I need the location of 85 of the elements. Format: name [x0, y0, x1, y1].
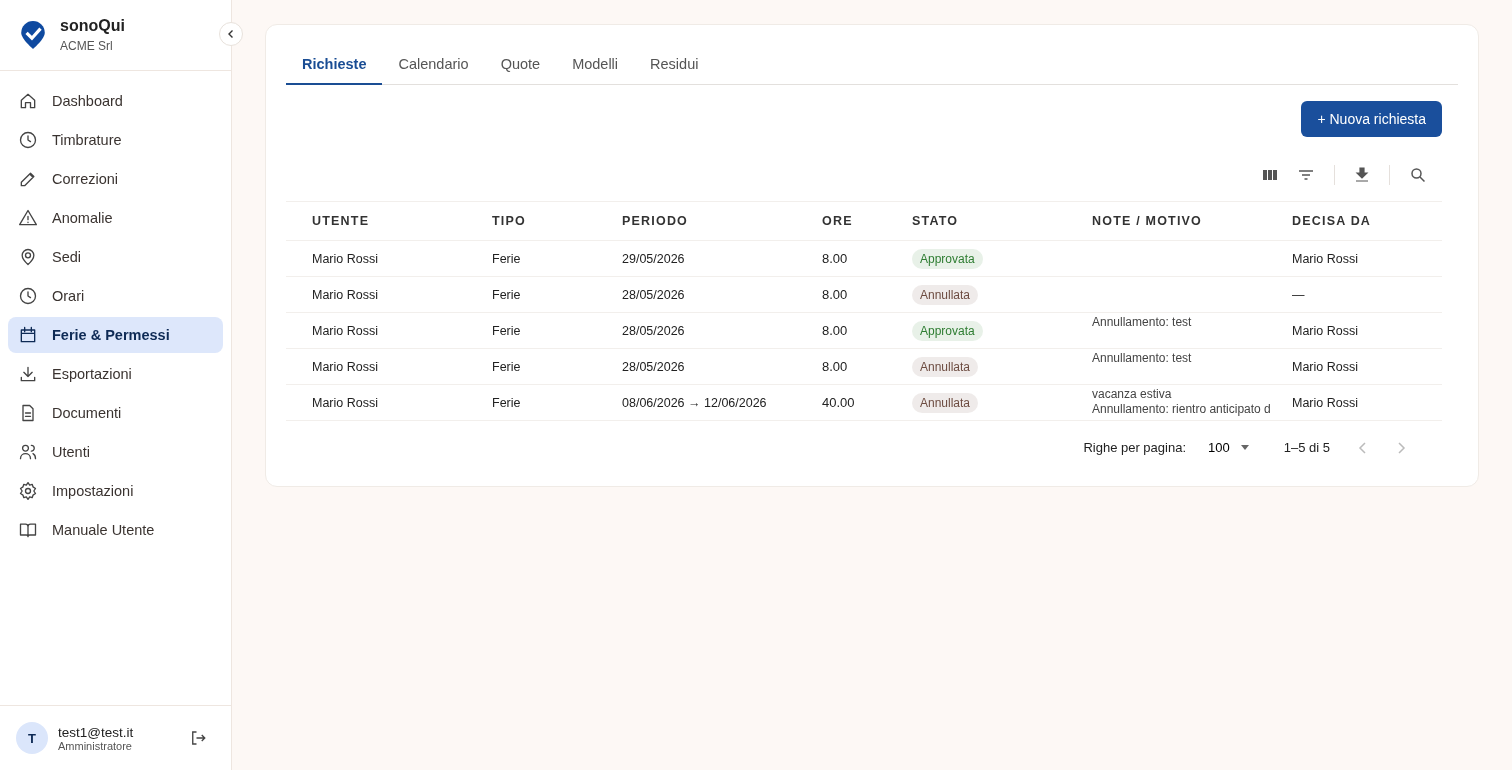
- table-cell-text: 28/05/2026: [622, 323, 686, 338]
- table-cell-text: Ferie: [492, 323, 522, 338]
- table-cell-text: —: [1292, 287, 1306, 302]
- column-header: NOTE / MOTIVO: [1092, 214, 1204, 228]
- table-cell-text: 28/05/2026: [622, 359, 686, 374]
- table-cell-text: Mario Rossi: [312, 395, 379, 410]
- tab[interactable]: Quote: [484, 47, 557, 85]
- table-cell-text: 40.00: [822, 395, 856, 410]
- table-cell-text: 8.00: [822, 287, 849, 302]
- nav-item[interactable]: Utenti: [8, 434, 223, 470]
- table-cell-text: 28/05/2026: [622, 287, 686, 302]
- collapse-button[interactable]: [219, 22, 243, 46]
- house-icon: [18, 91, 38, 111]
- table-cell-text: 8.00: [822, 251, 849, 266]
- calendar-icon: [18, 325, 38, 345]
- column-header: DECISA DA: [1292, 214, 1373, 228]
- columns-icon[interactable]: [1262, 169, 1278, 181]
- column-header: TIPO: [492, 214, 527, 228]
- pencil-icon: [18, 169, 38, 189]
- nav-item[interactable]: Ferie & Permessi: [8, 317, 223, 353]
- table-cell-text: Ferie: [492, 359, 522, 374]
- rows-per-page-select[interactable]: 100: [1202, 439, 1256, 456]
- table-cell-text: Ferie: [492, 287, 522, 302]
- column-header: ORE: [822, 214, 854, 228]
- status-tag: Annullata: [912, 284, 979, 305]
- user-email: test1@test.it: [58, 724, 135, 740]
- status-tag: Approvata: [912, 248, 983, 269]
- nav-item[interactable]: Anomalie: [8, 200, 223, 236]
- nav-item[interactable]: Timbrature: [8, 122, 223, 158]
- column-header: STATO: [912, 214, 960, 228]
- gear-icon: [18, 481, 38, 501]
- new-request-button[interactable]: + Nuova richiesta: [1301, 101, 1442, 137]
- caret-down-icon: [1239, 444, 1250, 451]
- nav-item[interactable]: Esportazioni: [8, 356, 223, 392]
- column-header: PERIODO: [622, 214, 690, 228]
- table-cell-text: Mario Rossi: [312, 359, 379, 374]
- tab[interactable]: Calendario: [382, 47, 485, 85]
- logout-icon[interactable]: [189, 729, 207, 747]
- table-cell-text: 8.00: [822, 359, 849, 374]
- table-cell-text: Mario Rossi: [1292, 323, 1359, 338]
- chevron-left-icon: [226, 29, 236, 39]
- avatar: T: [16, 722, 48, 754]
- clock-icon: [18, 286, 38, 306]
- table-cell-text: 8.00: [822, 323, 849, 338]
- warning-icon: [18, 208, 38, 228]
- status-tag: Annullata: [912, 356, 979, 377]
- download-icon[interactable]: [1355, 167, 1369, 183]
- nav-item[interactable]: Dashboard: [8, 83, 223, 119]
- nav-item[interactable]: Sedi: [8, 239, 223, 275]
- table-cell-text: Mario Rossi: [312, 251, 379, 266]
- table-cell-text: Ferie: [492, 395, 522, 410]
- table-cell-text: Mario Rossi: [1292, 251, 1359, 266]
- status-tag: Approvata: [912, 320, 983, 341]
- note-text: Annullamento: test: [1092, 315, 1192, 330]
- note-text: Annullamento: test: [1092, 351, 1192, 366]
- table-cell-text: Ferie: [492, 251, 522, 266]
- nav-item[interactable]: Manuale Utente: [8, 512, 223, 548]
- table-cell-text: Mario Rossi: [312, 323, 379, 338]
- users-icon: [18, 442, 38, 462]
- rows-per-page-label: Righe per pagina:: [1083, 440, 1187, 455]
- note-text: vacanza estiva: [1092, 387, 1172, 402]
- table-cell-text: Mario Rossi: [1292, 359, 1359, 374]
- user-role: Amministratore: [58, 739, 133, 752]
- search-icon[interactable]: [1410, 167, 1426, 183]
- nav-item[interactable]: Impostazioni: [8, 473, 223, 509]
- status-tag: Annullata: [912, 392, 979, 413]
- clock-icon: [18, 130, 38, 150]
- tab[interactable]: Richieste: [286, 47, 383, 85]
- nav-item[interactable]: Orari: [8, 278, 223, 314]
- filter-icon[interactable]: [1298, 169, 1314, 181]
- table-cell-text: 08/06/2026 → 12/06/2026: [622, 395, 768, 410]
- app-name: sonoQui: [60, 17, 125, 35]
- table-cell-text: Mario Rossi: [312, 287, 379, 302]
- table-cell-text: 29/05/2026: [622, 251, 686, 266]
- page-range: 1–5 di 5: [1283, 440, 1330, 455]
- location-pin-check-logo-icon: [20, 20, 46, 50]
- tab[interactable]: Modelli: [556, 47, 635, 85]
- table-cell-text: Mario Rossi: [1292, 395, 1359, 410]
- company-name: ACME Srl: [60, 39, 114, 53]
- column-header: UTENTE: [312, 214, 371, 228]
- note-text: Annullamento: rientro anticipato d: [1092, 402, 1271, 417]
- download-icon: [18, 364, 38, 384]
- tab[interactable]: Residui: [634, 47, 715, 85]
- nav-item[interactable]: Documenti: [8, 395, 223, 431]
- nav-item[interactable]: Correzioni: [8, 161, 223, 197]
